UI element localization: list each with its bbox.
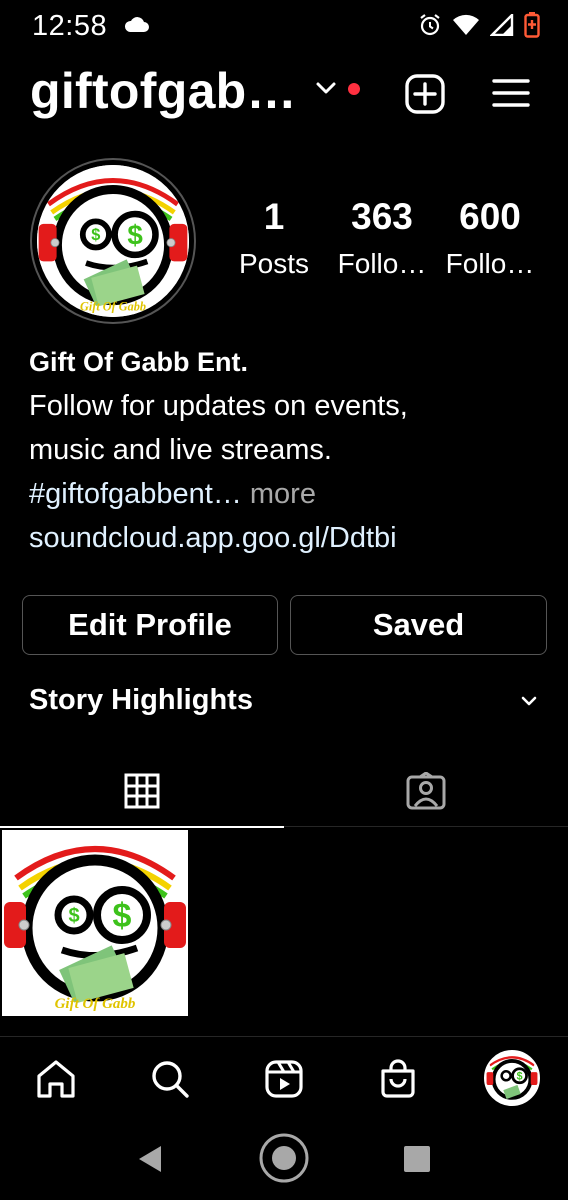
svg-text:$: $ [68, 905, 79, 927]
post-thumbnail[interactable]: $ $ Gift Of Gabb [2, 830, 188, 1016]
cloud-icon [124, 16, 150, 39]
story-highlights-title[interactable]: Story Highlights [29, 684, 253, 717]
back-icon[interactable] [136, 1144, 164, 1179]
svg-text:$: $ [127, 219, 143, 250]
notification-dot [348, 83, 360, 95]
followers-label: Follo… [337, 248, 427, 279]
new-post-button[interactable] [404, 73, 446, 120]
search-icon[interactable] [148, 1057, 192, 1101]
tab-tagged[interactable] [284, 755, 568, 827]
home-circle-icon[interactable] [258, 1132, 310, 1189]
bio-line-3: #giftofgabbent… more [29, 472, 549, 516]
svg-text:$: $ [113, 897, 132, 935]
display-name: Gift Of Gabb Ent. [29, 347, 248, 377]
status-bar: 12:58 [0, 0, 568, 52]
gift-of-gabb-logo: $ $ Gift Of Gabb [2, 830, 188, 1016]
shop-bag-icon[interactable] [376, 1057, 420, 1101]
bio-line-1: Follow for updates on events, [29, 390, 408, 422]
following-count: 600 [459, 196, 521, 237]
hamburger-menu-icon [492, 79, 530, 107]
posts-label: Posts [238, 248, 310, 279]
cell-signal-icon [489, 12, 514, 41]
active-tab-indicator [0, 826, 284, 828]
gift-of-gabb-logo: $ $ Gift Of Gabb [37, 165, 189, 317]
profile-avatar[interactable]: $ $ Gift Of Gabb [30, 158, 196, 324]
posts-count: 1 [263, 196, 285, 237]
chevron-down-icon[interactable] [314, 80, 338, 101]
stat-followers[interactable]: 363 Follo… [334, 196, 430, 280]
chevron-down-icon[interactable] [520, 694, 538, 713]
plus-square-icon [405, 74, 445, 114]
hashtag-link[interactable]: #giftofgabbent… [29, 478, 242, 510]
grid-icon [124, 773, 160, 809]
svg-text:Gift Of Gabb: Gift Of Gabb [80, 299, 146, 313]
tab-grid[interactable] [0, 755, 284, 828]
stat-following[interactable]: 600 Follo… [442, 196, 538, 280]
recents-icon[interactable] [403, 1145, 431, 1178]
system-navigation-bar [0, 1120, 568, 1200]
bottom-navigation: $ [0, 1036, 568, 1120]
status-time: 12:58 [32, 10, 108, 42]
svg-text:$: $ [517, 1071, 523, 1083]
profile-tab-avatar[interactable]: $ [484, 1050, 540, 1106]
username-title[interactable]: giftofgab… [30, 62, 297, 120]
wifi-icon [452, 14, 480, 41]
battery-icon [524, 12, 540, 43]
more-link[interactable]: more [242, 478, 316, 510]
gift-of-gabb-logo: $ [486, 1052, 538, 1104]
svg-text:Gift Of Gabb: Gift Of Gabb [55, 996, 136, 1012]
tagged-person-icon [406, 772, 446, 810]
profile-header: giftofgab… [0, 56, 568, 132]
bio-line-2: music and live streams. [29, 434, 332, 466]
website-link[interactable]: soundcloud.app.goo.gl/Ddtbi [29, 516, 549, 560]
home-icon[interactable] [34, 1057, 78, 1101]
profile-bio: Gift Of Gabb Ent. Follow for updates on … [29, 340, 549, 560]
saved-button[interactable]: Saved [290, 595, 547, 655]
stat-posts[interactable]: 1 Posts [230, 196, 318, 280]
svg-text:$: $ [91, 226, 100, 244]
following-label: Follo… [445, 248, 535, 279]
profile-tabs [0, 755, 568, 828]
menu-button[interactable] [492, 78, 530, 113]
followers-count: 363 [351, 196, 413, 237]
edit-profile-button[interactable]: Edit Profile [22, 595, 278, 655]
reels-icon[interactable] [262, 1057, 306, 1101]
alarm-icon [418, 13, 442, 42]
